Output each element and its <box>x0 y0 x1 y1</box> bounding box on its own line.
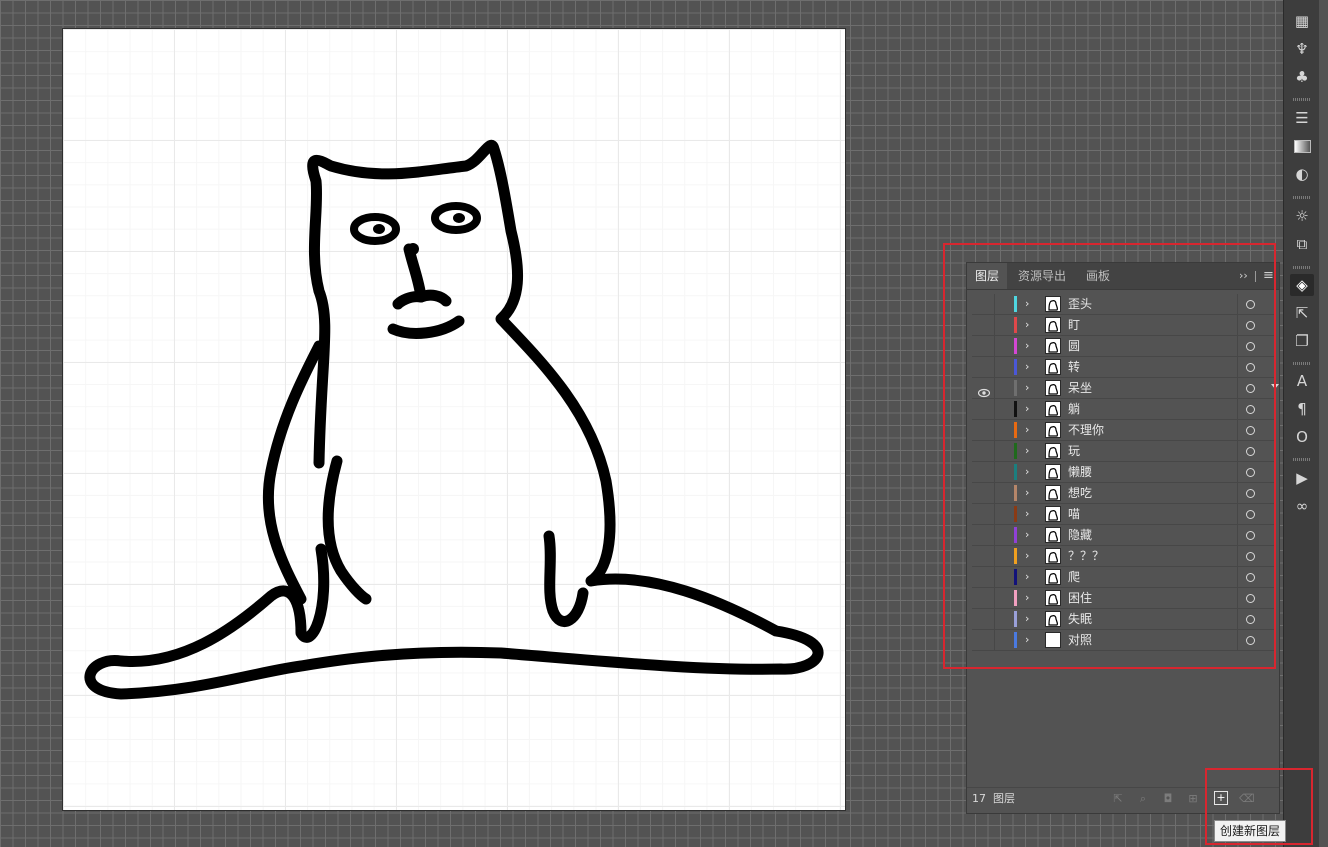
dock-edge <box>1319 0 1328 847</box>
highlight-box-layers <box>943 243 1276 669</box>
layer-count: 17 图层 <box>972 792 1015 805</box>
paragraph-icon[interactable]: ¶ <box>1290 398 1314 420</box>
locate-object-icon[interactable]: ⌕ <box>1136 792 1150 806</box>
appearance-icon[interactable]: ☼ <box>1290 205 1314 227</box>
dock-grip[interactable] <box>1293 458 1311 461</box>
artboard[interactable] <box>62 28 846 811</box>
cat-illustration <box>84 139 824 700</box>
tooltip: 创建新图层 <box>1214 820 1287 842</box>
character-icon[interactable]: A <box>1290 370 1314 392</box>
links-icon[interactable]: ∞ <box>1290 495 1314 517</box>
dock-grip[interactable] <box>1293 196 1311 199</box>
dock-grip[interactable] <box>1293 98 1311 101</box>
new-sublayer-icon[interactable]: ⊞ <box>1186 792 1200 806</box>
clipping-mask-icon[interactable]: ◘ <box>1161 792 1175 806</box>
export-selection-icon[interactable]: ⇱ <box>1111 792 1125 806</box>
panel-dock-toolbar: ▦ ♆ ♣ ☰ ◐ ☼ ⧉ ◈ ⇱ ❐ A ¶ O ▶ ∞ <box>1283 0 1320 847</box>
gradient-icon[interactable] <box>1290 135 1314 157</box>
symbols-icon[interactable]: ♣ <box>1290 66 1314 88</box>
actions-icon[interactable]: ▶ <box>1290 467 1314 489</box>
layers-icon[interactable]: ◈ <box>1290 274 1314 296</box>
stroke-icon[interactable]: ☰ <box>1290 107 1314 129</box>
dock-grip[interactable] <box>1293 362 1311 365</box>
dock-grip[interactable] <box>1293 266 1311 269</box>
transform-icon[interactable]: ⧉ <box>1290 233 1314 255</box>
opentype-icon[interactable]: O <box>1290 426 1314 448</box>
transparency-icon[interactable]: ◐ <box>1290 163 1314 185</box>
export-icon[interactable]: ⇱ <box>1290 302 1314 324</box>
libraries-icon[interactable]: ▦ <box>1290 10 1314 32</box>
puppet-warp-icon[interactable]: ♆ <box>1290 38 1314 60</box>
artboards-icon[interactable]: ❐ <box>1290 330 1314 352</box>
